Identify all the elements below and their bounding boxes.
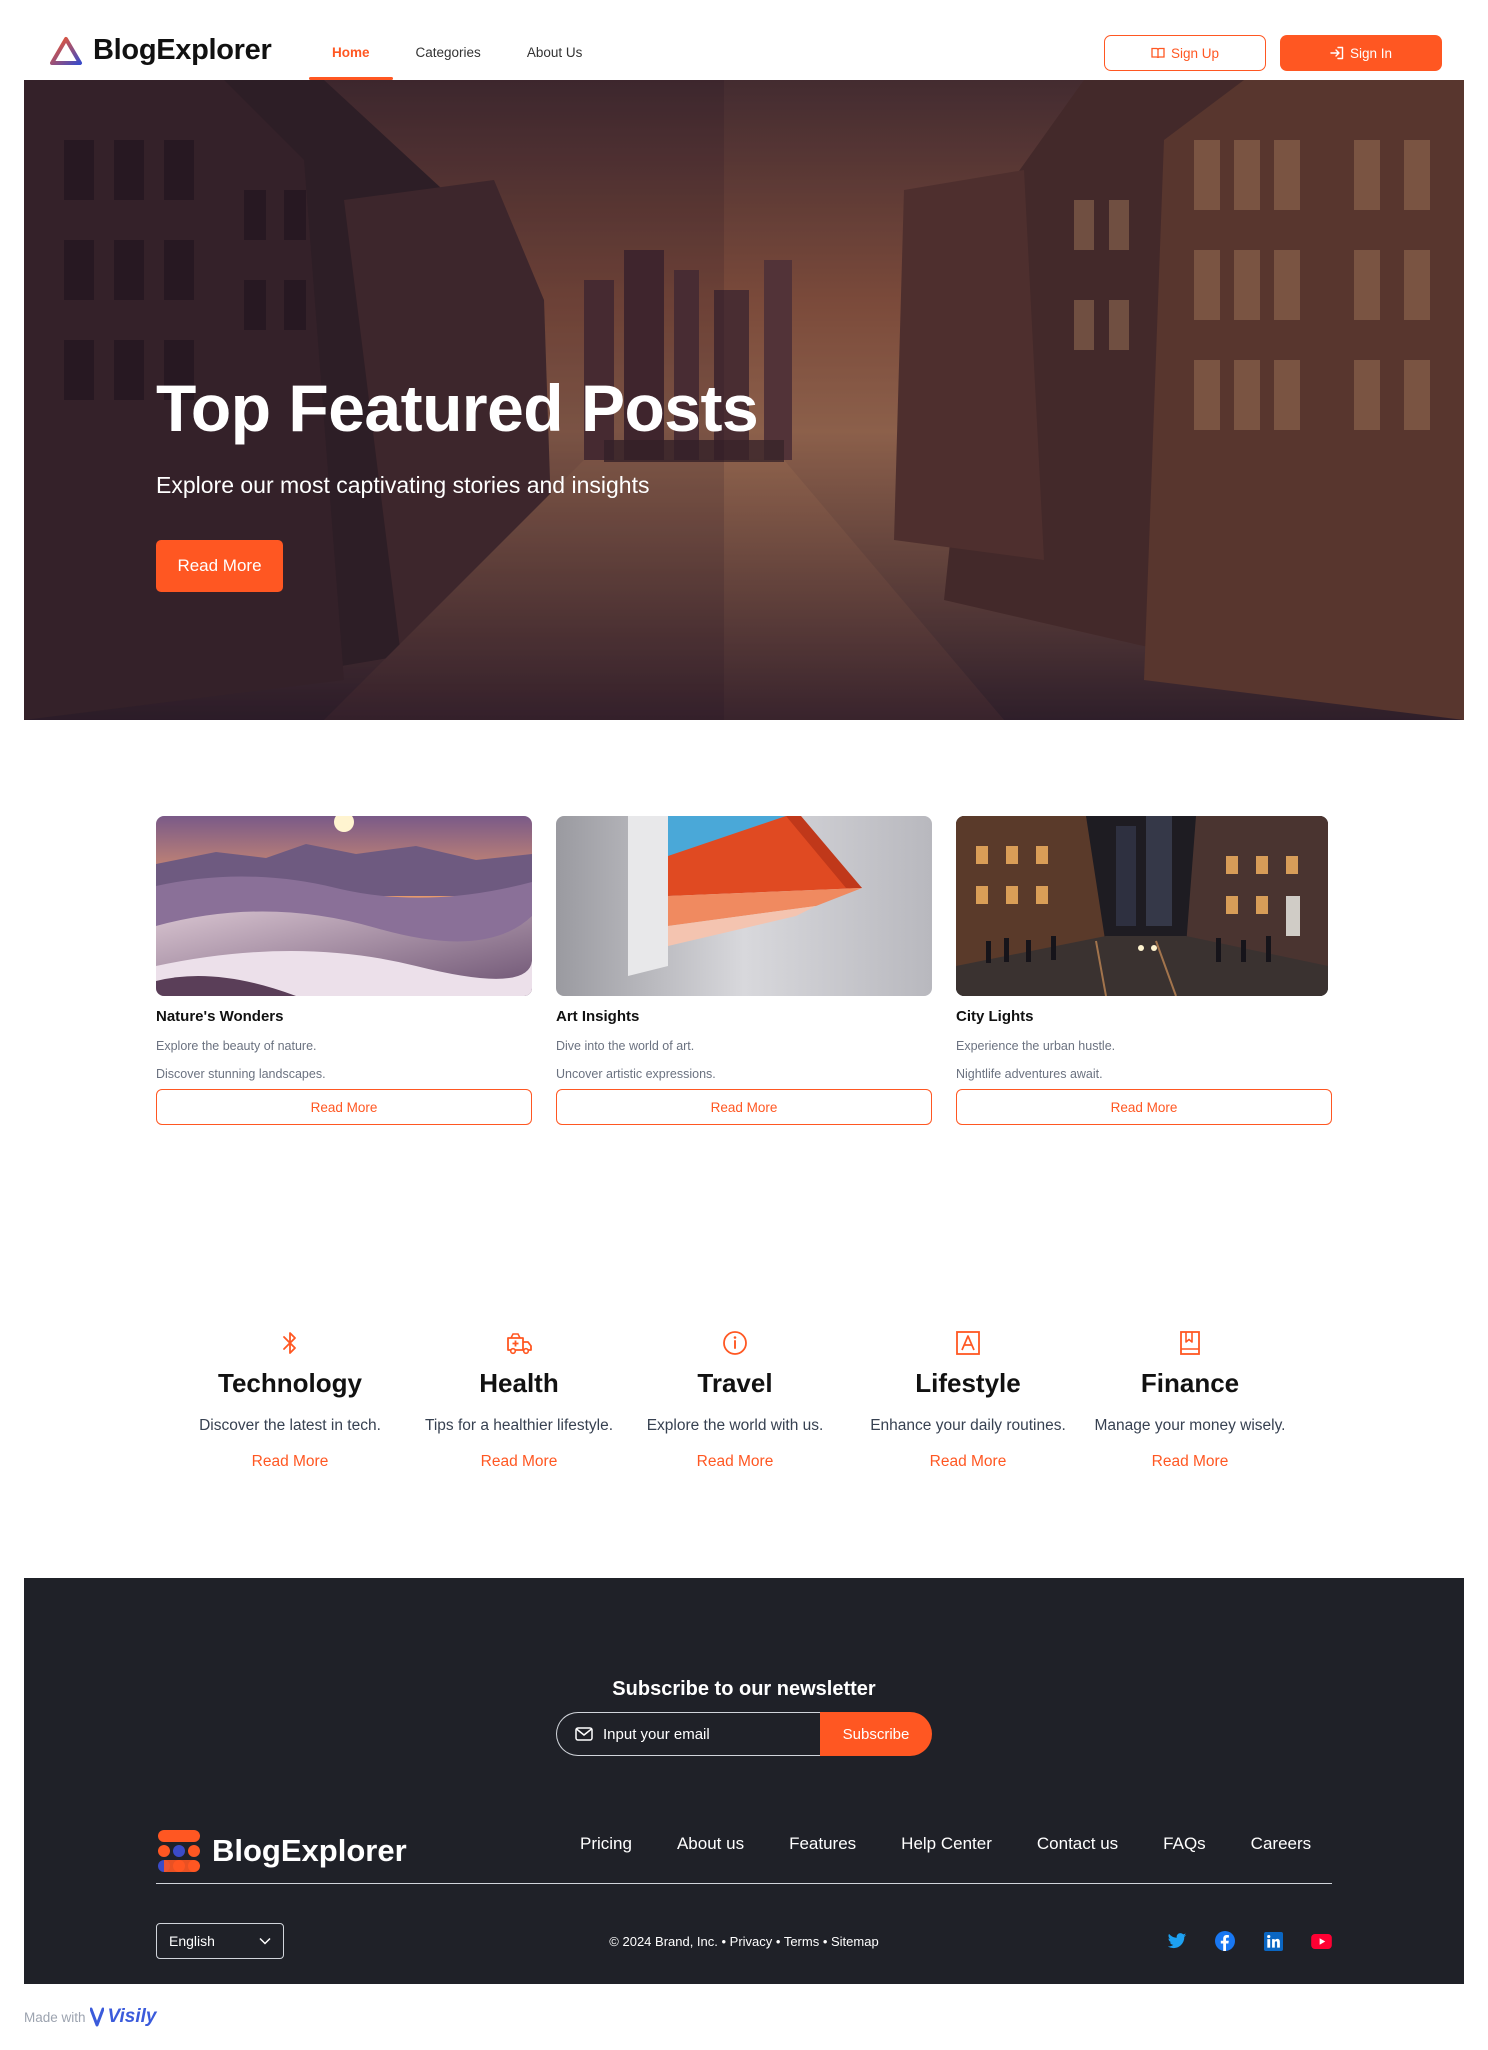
category-title: Travel xyxy=(697,1368,773,1398)
category-technology: Technology Discover the latest in tech. … xyxy=(180,1328,400,1471)
footer-link-about-us[interactable]: About us xyxy=(677,1834,744,1854)
newsletter-form: Input your email Subscribe xyxy=(556,1712,932,1756)
visily-logo-icon xyxy=(89,2007,104,2027)
category-desc: Tips for a healthier lifestyle. xyxy=(424,1417,614,1434)
abstract-art-image xyxy=(556,816,932,996)
info-icon xyxy=(625,1328,845,1358)
card-title: City Lights xyxy=(956,1008,1034,1025)
card-desc-1: Dive into the world of art. xyxy=(556,1039,695,1053)
footer-links: Pricing About us Features Help Center Co… xyxy=(580,1834,1311,1854)
nav-about-us[interactable]: About Us xyxy=(504,24,606,80)
nav-categories[interactable]: Categories xyxy=(393,24,504,80)
hero-banner: Top Featured Posts Explore our most capt… xyxy=(24,80,1464,720)
hero-subtitle: Explore our most captivating stories and… xyxy=(156,472,650,498)
brand-logo[interactable]: BlogExplorer xyxy=(49,34,272,67)
footer-link-pricing[interactable]: Pricing xyxy=(580,1834,632,1854)
card-image-art[interactable] xyxy=(556,816,932,996)
youtube-icon[interactable] xyxy=(1310,1930,1332,1952)
card-read-more-button[interactable]: Read More xyxy=(156,1089,532,1125)
footer-link-help-center[interactable]: Help Center xyxy=(901,1834,992,1854)
category-health: Health Tips for a healthier lifestyle. R… xyxy=(409,1328,629,1471)
login-icon xyxy=(1330,46,1344,60)
subscribe-button[interactable]: Subscribe xyxy=(820,1712,932,1756)
footer: Subscribe to our newsletter Input your e… xyxy=(24,1578,1464,1984)
made-with-brand: Visily xyxy=(107,2006,157,2027)
category-read-more-link[interactable]: Read More xyxy=(180,1453,400,1471)
dots-logo-icon xyxy=(158,1830,200,1872)
footer-link-careers[interactable]: Careers xyxy=(1251,1834,1311,1854)
card-desc-1: Explore the beauty of nature. xyxy=(156,1039,317,1053)
card-desc-2: Nightlife adventures await. xyxy=(956,1067,1103,1081)
post-card-art-insights: Art Insights Dive into the world of art.… xyxy=(556,816,932,1125)
category-title: Technology xyxy=(218,1368,362,1398)
card-title: Nature's Wonders xyxy=(156,1008,284,1025)
sign-in-button[interactable]: Sign In xyxy=(1280,35,1442,71)
city-night-street-image xyxy=(956,816,1328,996)
sign-up-button[interactable]: Sign Up xyxy=(1104,35,1266,71)
email-input[interactable]: Input your email xyxy=(556,1712,820,1756)
sign-in-label: Sign In xyxy=(1349,45,1393,61)
top-navbar: BlogExplorer Home Categories About Us Si… xyxy=(24,24,1464,80)
linkedin-icon[interactable] xyxy=(1262,1930,1284,1952)
category-desc: Discover the latest in tech. xyxy=(199,1417,381,1434)
card-read-more-button[interactable]: Read More xyxy=(956,1089,1332,1125)
social-links xyxy=(1166,1930,1332,1952)
email-placeholder: Input your email xyxy=(603,1725,710,1743)
desert-sunset-image xyxy=(156,816,532,996)
bluetooth-icon xyxy=(180,1328,400,1358)
card-desc-2: Discover stunning landscapes. xyxy=(156,1067,326,1081)
sign-up-label: Sign Up xyxy=(1170,45,1220,61)
card-read-more-button[interactable]: Read More xyxy=(556,1089,932,1125)
category-read-more-link[interactable]: Read More xyxy=(625,1453,845,1471)
category-read-more-link[interactable]: Read More xyxy=(858,1453,1078,1471)
brand-name: BlogExplorer xyxy=(93,34,272,66)
nav-home[interactable]: Home xyxy=(309,24,393,80)
page: BlogExplorer Home Categories About Us Si… xyxy=(24,24,1464,1984)
category-travel: Travel Explore the world with us. Read M… xyxy=(625,1328,845,1471)
card-title: Art Insights xyxy=(556,1008,640,1025)
category-read-more-link[interactable]: Read More xyxy=(409,1453,629,1471)
category-desc: Explore the world with us. xyxy=(646,1417,824,1434)
facebook-icon[interactable] xyxy=(1214,1930,1236,1952)
footer-link-features[interactable]: Features xyxy=(789,1834,856,1854)
mail-icon xyxy=(575,1727,593,1741)
footer-divider xyxy=(156,1883,1332,1884)
triangle-logo-icon xyxy=(50,36,82,65)
category-desc: Enhance your daily routines. xyxy=(870,1417,1066,1434)
category-lifestyle: Lifestyle Enhance your daily routines. R… xyxy=(858,1328,1078,1471)
twitter-icon[interactable] xyxy=(1166,1930,1188,1952)
font-icon xyxy=(858,1328,1078,1358)
footer-link-contact-us[interactable]: Contact us xyxy=(1037,1834,1118,1854)
category-finance: Finance Manage your money wisely. Read M… xyxy=(1080,1328,1300,1471)
hero-read-more-button[interactable]: Read More xyxy=(156,540,283,592)
hero-title: Top Featured Posts xyxy=(156,371,759,445)
newsletter-title: Subscribe to our newsletter xyxy=(612,1678,876,1700)
made-with-badge[interactable]: Made with Visily xyxy=(24,2006,156,2028)
made-with-label: Made with xyxy=(24,2009,86,2025)
category-read-more-link[interactable]: Read More xyxy=(1080,1453,1300,1471)
book-open-icon xyxy=(1151,47,1165,59)
footer-brand-name: BlogExplorer xyxy=(212,1833,407,1868)
footer-link-faqs[interactable]: FAQs xyxy=(1163,1834,1206,1854)
card-desc-1: Experience the urban hustle. xyxy=(956,1039,1116,1053)
bookmark-book-icon xyxy=(1080,1328,1300,1358)
post-card-natures-wonders: Nature's Wonders Explore the beauty of n… xyxy=(156,816,532,1125)
ambulance-icon xyxy=(409,1328,629,1358)
category-desc: Manage your money wisely. xyxy=(1094,1417,1286,1434)
hero-text: Top Featured Posts Explore our most capt… xyxy=(156,370,759,499)
main-nav: Home Categories About Us xyxy=(309,24,605,80)
category-title: Health xyxy=(479,1368,559,1398)
category-title: Finance xyxy=(1140,1368,1240,1398)
card-desc-2: Uncover artistic expressions. xyxy=(556,1067,716,1081)
card-image-city[interactable] xyxy=(956,816,1328,996)
footer-brand-logo[interactable]: BlogExplorer xyxy=(156,1828,407,1874)
card-image-desert[interactable] xyxy=(156,816,532,996)
post-card-city-lights: City Lights Experience the urban hustle.… xyxy=(956,816,1332,1125)
category-title: Lifestyle xyxy=(915,1368,1021,1398)
